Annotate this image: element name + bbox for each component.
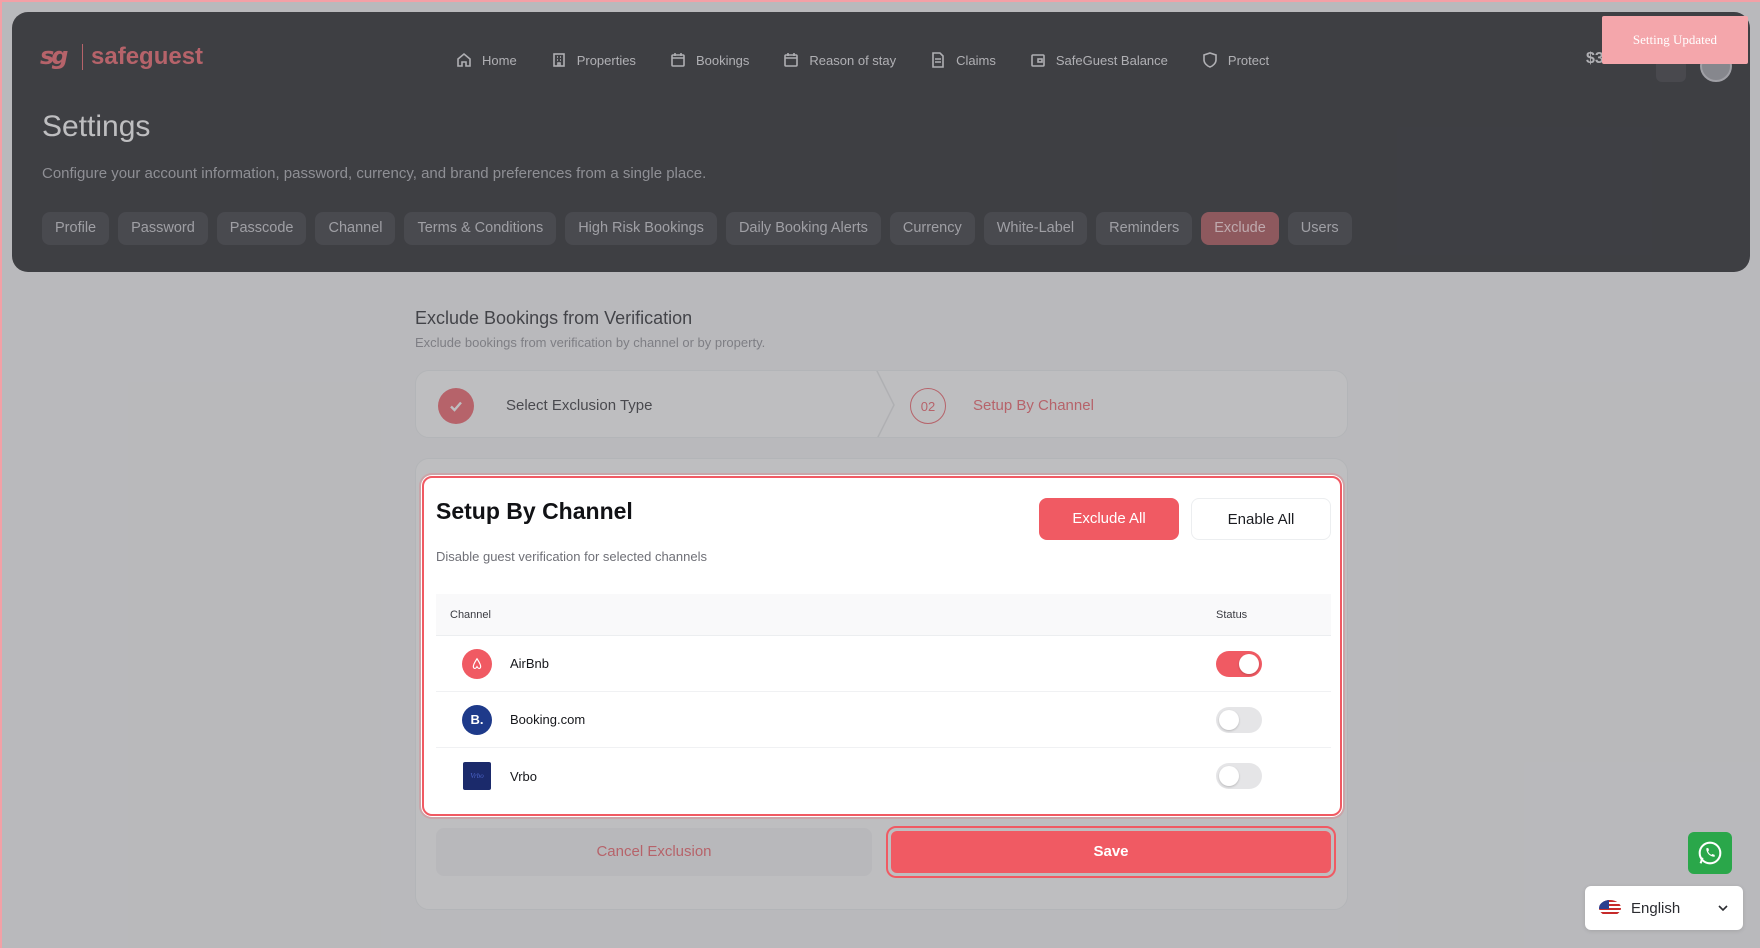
table-row: AirBnb <box>436 636 1331 692</box>
nav-protect[interactable]: Protect <box>1202 52 1269 68</box>
status-toggle[interactable] <box>1216 706 1262 733</box>
nav-label: Protect <box>1227 52 1270 68</box>
cancel-exclusion-button[interactable]: Cancel Exclusion <box>436 828 872 876</box>
calendar-icon <box>671 53 685 67</box>
nav-home[interactable]: Home <box>456 52 517 68</box>
brand-name: safeguest <box>82 44 203 70</box>
card-subtitle: Disable guest verification for selected … <box>436 549 707 564</box>
setup-by-channel-card: Setup By Channel Disable guest verificat… <box>422 476 1342 816</box>
brand-logo[interactable]: sg safeguest <box>40 42 203 72</box>
stepper: Select Exclusion Type 02 Setup By Channe… <box>415 370 1348 438</box>
tab-reminders[interactable]: Reminders <box>1096 212 1193 245</box>
tab-white-label[interactable]: White-Label <box>983 212 1088 245</box>
nav-claims[interactable]: Claims <box>930 52 996 68</box>
channel-name: Vrbo <box>510 768 537 784</box>
whatsapp-icon[interactable] <box>1688 832 1732 874</box>
calendar-icon <box>784 53 799 67</box>
nav-label: Properties <box>576 52 636 68</box>
top-header: sg safeguest Home Properties Bookings Re… <box>12 12 1750 272</box>
tab-profile[interactable]: Profile <box>42 212 110 245</box>
section-subtitle: Exclude bookings from verification by ch… <box>415 335 766 350</box>
enable-all-button[interactable]: Enable All <box>1191 498 1331 540</box>
nav-reason-of-stay[interactable]: Reason of stay <box>783 52 896 68</box>
top-navigation: Home Properties Bookings Reason of stay … <box>456 52 1303 68</box>
tab-passcode[interactable]: Passcode <box>216 212 307 245</box>
tab-currency[interactable]: Currency <box>889 212 975 245</box>
tab-channel[interactable]: Channel <box>315 212 396 245</box>
chevron-down-icon <box>1718 905 1728 912</box>
settings-tabs: Profile Password Passcode Channel Terms … <box>42 212 1352 245</box>
step-divider <box>876 371 895 437</box>
wallet-icon <box>1031 54 1045 67</box>
shield-icon <box>1203 52 1217 68</box>
language-selector[interactable]: English <box>1585 886 1743 930</box>
tab-exclude[interactable]: Exclude <box>1201 212 1279 245</box>
status-toggle[interactable] <box>1216 763 1262 789</box>
save-button[interactable]: Save <box>891 831 1331 873</box>
channel-name: AirBnb <box>510 656 550 671</box>
exclude-all-button[interactable]: Exclude All <box>1039 498 1179 540</box>
logo-mark-icon: sg <box>40 42 68 70</box>
tab-password[interactable]: Password <box>118 212 208 245</box>
section-title: Exclude Bookings from Verification <box>415 308 693 328</box>
page-title: Settings <box>42 110 151 143</box>
nav-label: Reason of stay <box>809 52 897 68</box>
table-row: Vrbo Vrbo <box>436 748 1331 804</box>
airbnb-logo-icon <box>462 648 492 679</box>
table-header: Channel Status <box>436 594 1331 636</box>
nav-safeguest-balance[interactable]: SafeGuest Balance <box>1030 52 1168 68</box>
step-complete-icon <box>438 388 474 424</box>
building-icon <box>552 53 565 67</box>
step-2-number: 02 <box>910 388 946 424</box>
tab-terms-conditions[interactable]: Terms & Conditions <box>404 212 557 245</box>
home-icon <box>457 52 471 67</box>
tab-users[interactable]: Users <box>1287 212 1352 245</box>
booking-logo-icon: B. <box>462 704 492 735</box>
table-row: B. Booking.com <box>436 692 1331 748</box>
channel-name: Booking.com <box>510 712 586 727</box>
card-title: Setup By Channel <box>436 498 633 524</box>
nav-label: SafeGuest Balance <box>1055 52 1168 68</box>
column-header-status: Status <box>1216 608 1248 621</box>
us-flag-icon <box>1599 900 1621 916</box>
nav-properties[interactable]: Properties <box>551 52 636 68</box>
tab-high-risk-bookings[interactable]: High Risk Bookings <box>565 212 717 245</box>
toast-notification: Setting Updated <box>1602 16 1748 64</box>
tab-daily-booking-alerts[interactable]: Daily Booking Alerts <box>725 212 881 245</box>
language-label: English <box>1631 899 1681 917</box>
vrbo-logo-icon: Vrbo <box>463 762 491 790</box>
nav-label: Home <box>482 52 517 68</box>
status-toggle[interactable] <box>1216 650 1262 677</box>
step-2-label[interactable]: Setup By Channel <box>973 397 1094 414</box>
nav-label: Bookings <box>695 52 750 68</box>
nav-bookings[interactable]: Bookings <box>670 52 749 68</box>
save-button-highlight: Save <box>886 826 1336 878</box>
nav-label: Claims <box>956 52 996 68</box>
document-icon <box>932 52 944 68</box>
step-1-label[interactable]: Select Exclusion Type <box>506 397 652 414</box>
page-subtitle: Configure your account information, pass… <box>42 165 707 182</box>
column-header-channel: Channel <box>450 608 491 621</box>
channel-table: Channel Status AirBnb B. Booking.com Vrb… <box>436 594 1331 804</box>
